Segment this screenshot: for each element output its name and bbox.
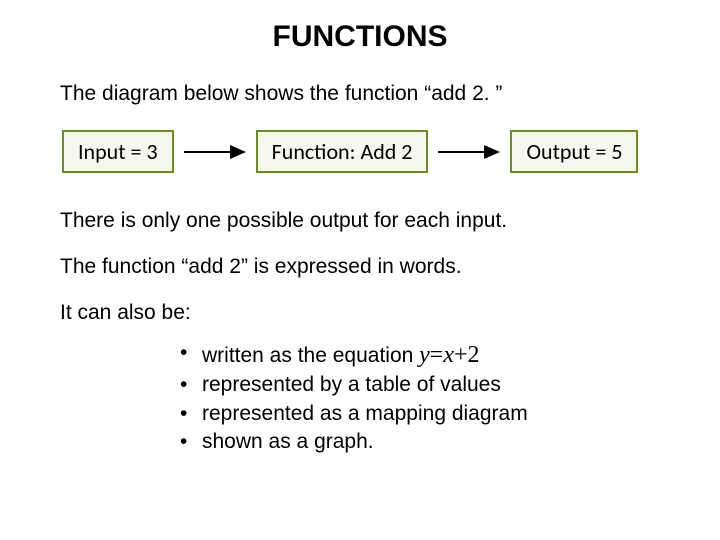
- list-item: represented as a mapping diagram: [180, 400, 660, 428]
- function-box: Function: Add 2: [256, 130, 429, 173]
- equation-num: 2: [468, 342, 480, 368]
- lead-text: It can also be:: [60, 301, 660, 325]
- output-box: Output = 5: [510, 130, 638, 173]
- equation-lhs: y: [419, 342, 430, 368]
- bullet-list: written as the equation y=x+2 represente…: [180, 339, 660, 456]
- function-diagram: Input = 3 Function: Add 2 Output = 5: [60, 130, 660, 173]
- list-item: shown as a graph.: [180, 428, 660, 456]
- intro-text: The diagram below shows the function “ad…: [60, 82, 660, 106]
- equation-op: +: [454, 342, 468, 368]
- equation-rhs: x: [443, 342, 454, 368]
- page-title: FUNCTIONS: [60, 20, 660, 54]
- equation-eq: =: [430, 342, 444, 368]
- list-item: written as the equation y=x+2: [180, 339, 660, 371]
- input-box: Input = 3: [62, 130, 174, 173]
- arrow-icon: [184, 142, 246, 162]
- bullet-text: written as the equation: [202, 344, 419, 367]
- para-expressed-words: The function “add 2” is expressed in wor…: [60, 255, 660, 279]
- list-item: represented by a table of values: [180, 371, 660, 399]
- arrow-icon: [438, 142, 500, 162]
- para-one-output: There is only one possible output for ea…: [60, 209, 660, 233]
